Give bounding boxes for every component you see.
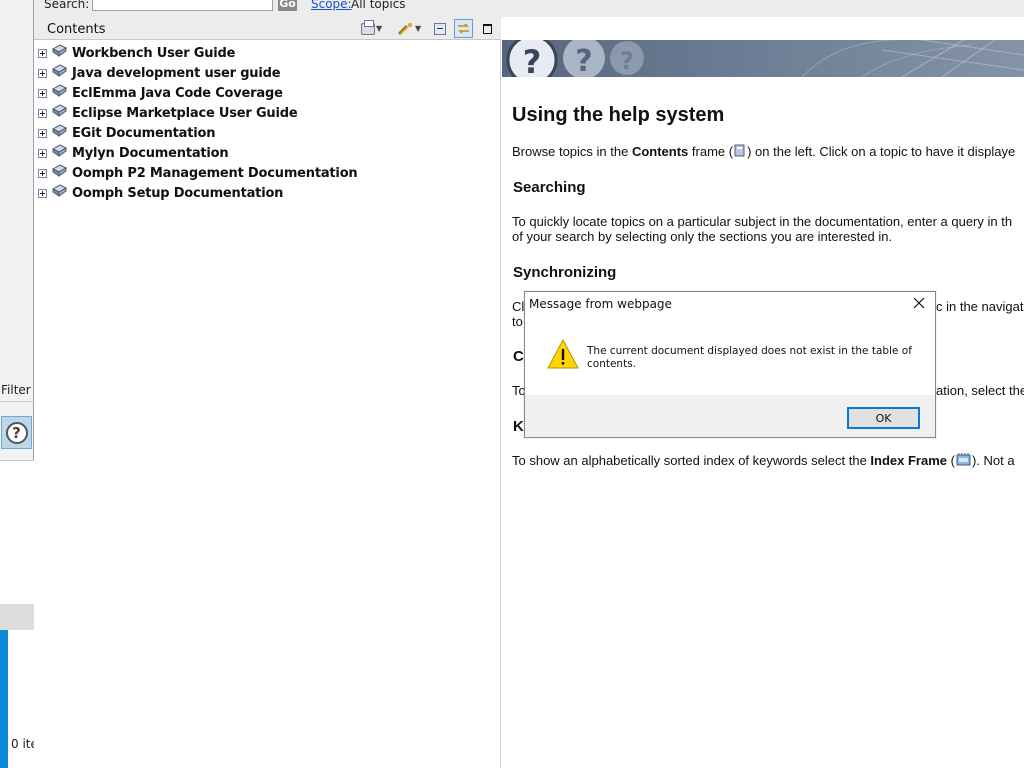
scope-link[interactable]: Scope:	[311, 0, 352, 11]
toc-item-label: EclEmma Java Code Coverage	[72, 85, 283, 101]
toc-item[interactable]: Eclipse Marketplace User Guide	[38, 104, 298, 122]
side-header-bar	[0, 604, 34, 630]
left-side-view: Filter r ? 0 ite	[0, 0, 34, 768]
browse-paragraph: Browse topics in the Contents frame () o…	[512, 144, 1016, 159]
maximize-button[interactable]	[483, 20, 492, 37]
sync-icon	[458, 23, 469, 34]
help-window: Filter r ? 0 ite Search: Go Scope: All t…	[0, 0, 1024, 768]
book-icon	[52, 44, 67, 57]
search-topics-button[interactable]: ▼	[398, 20, 421, 37]
expand-icon[interactable]	[38, 88, 47, 98]
svg-text:?: ?	[575, 44, 592, 77]
items-count-label: 0 ite	[11, 737, 34, 751]
dialog-title: Message from webpage	[529, 297, 672, 311]
go-button[interactable]: Go	[278, 0, 297, 11]
toc-item-label: Oomph Setup Documentation	[72, 185, 284, 201]
contents-pane: Contents ▼ ▼ Workbench User Guide Java d…	[34, 17, 501, 768]
print-button[interactable]: ▼	[361, 19, 383, 37]
filter-label: Filter r	[1, 383, 33, 397]
help-icon: ?	[5, 421, 28, 444]
dialog-footer: OK	[525, 395, 935, 437]
toc-item-label: Java development user guide	[72, 65, 281, 81]
help-banner: ? ? ?	[502, 40, 1024, 77]
toc-item-label: Oomph P2 Management Documentation	[72, 165, 358, 181]
expand-icon[interactable]	[38, 48, 47, 58]
search-label: Search:	[44, 0, 90, 11]
toc-item-label: EGit Documentation	[72, 125, 216, 141]
message-dialog: Message from webpage The current documen…	[524, 291, 936, 438]
toc-item[interactable]: Oomph Setup Documentation	[38, 184, 283, 202]
contents-title: Contents	[47, 22, 106, 37]
expand-icon[interactable]	[38, 108, 47, 118]
scope-value: All topics	[351, 0, 406, 11]
book-icon	[52, 64, 67, 77]
book-icon	[52, 124, 67, 137]
sync-line-right: c in the navigati	[936, 299, 1024, 314]
close-icon[interactable]	[912, 296, 926, 310]
search-bar: Search: Go Scope: All topics	[34, 0, 1024, 17]
search-topics-icon	[398, 22, 412, 35]
categories-line-right: ation, select the	[936, 383, 1024, 398]
index-frame-icon	[956, 453, 971, 466]
index-paragraph: To show an alphabetically sorted index o…	[512, 453, 1015, 468]
dialog-message: The current document displayed does not …	[587, 345, 912, 370]
divider	[0, 401, 34, 402]
toc-item-label: Eclipse Marketplace User Guide	[72, 105, 298, 121]
toc-item-label: Mylyn Documentation	[72, 145, 229, 161]
chevron-down-icon: ▼	[415, 24, 422, 33]
toc-item[interactable]: EclEmma Java Code Coverage	[38, 84, 283, 102]
maximize-icon	[483, 23, 492, 34]
warning-icon	[547, 339, 579, 369]
sync-line-2-left: to	[512, 314, 523, 329]
chevron-down-icon: ▼	[376, 24, 383, 33]
contents-toolbar: Contents ▼ ▼	[34, 17, 501, 40]
toc-item[interactable]: Workbench User Guide	[38, 44, 235, 62]
expand-icon[interactable]	[38, 188, 47, 198]
topic-title: Using the help system	[512, 104, 725, 126]
searching-line-2: of your search by selecting only the sec…	[512, 229, 893, 244]
svg-text:?: ?	[620, 47, 634, 75]
print-icon	[361, 19, 375, 35]
toc-item[interactable]: Java development user guide	[38, 64, 281, 82]
book-icon	[52, 184, 67, 197]
toc-item-label: Workbench User Guide	[72, 45, 236, 61]
sync-line-left: Cl	[512, 299, 525, 314]
collapse-all-icon	[434, 22, 446, 35]
book-icon	[52, 84, 67, 97]
collapse-all-button[interactable]	[434, 20, 446, 37]
book-icon	[52, 104, 67, 117]
toc-item[interactable]: Oomph P2 Management Documentation	[38, 164, 358, 182]
toc-item[interactable]: EGit Documentation	[38, 124, 215, 142]
dialog-body: The current document displayed does not …	[525, 315, 935, 395]
svg-text:?: ?	[523, 43, 542, 77]
expand-icon[interactable]	[38, 68, 47, 78]
expand-icon[interactable]	[38, 128, 47, 138]
book-icon	[52, 144, 67, 157]
search-input[interactable]	[92, 0, 273, 11]
side-list-area	[0, 461, 34, 604]
link-with-contents-button[interactable]	[454, 19, 473, 38]
help-button[interactable]: ?	[1, 416, 32, 449]
toc-item[interactable]: Mylyn Documentation	[38, 144, 229, 162]
book-icon	[52, 164, 67, 177]
contents-book-icon	[734, 144, 745, 157]
synchronizing-heading: Synchronizing	[513, 264, 617, 281]
expand-icon[interactable]	[38, 168, 47, 178]
searching-line-1: To quickly locate topics on a particular…	[512, 214, 1013, 229]
ok-button[interactable]: OK	[847, 407, 920, 429]
expand-icon[interactable]	[38, 148, 47, 158]
searching-heading: Searching	[513, 179, 586, 196]
